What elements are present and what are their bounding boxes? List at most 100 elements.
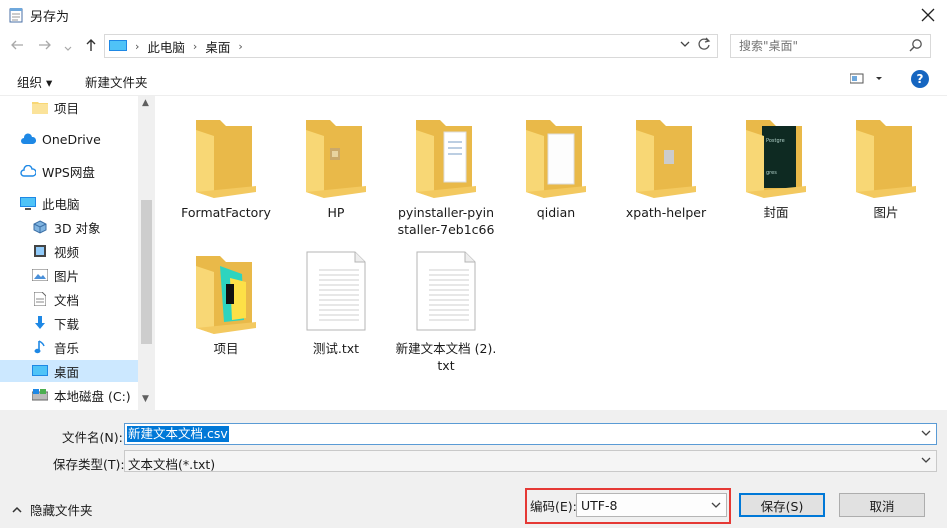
sidebar-item[interactable]: 图片 [0,264,138,286]
folder-icon [501,110,611,200]
chevron-up-icon [12,506,22,513]
sidebar-item[interactable]: 下载 [0,312,138,334]
recent-locations-button[interactable] [64,41,72,57]
folder-item[interactable]: xpath-helper [611,110,721,221]
cancel-button[interactable]: 取消 [839,493,925,517]
folder-icon [391,110,501,200]
search-input[interactable] [739,39,899,53]
sidebar-item-label: OneDrive [42,131,101,147]
breadcrumb-desktop[interactable]: 桌面 [205,37,230,56]
back-button[interactable] [10,38,24,56]
refresh-button[interactable] [697,37,711,55]
address-bar[interactable]: › 此电脑 › 桌面 › [104,34,718,58]
chevron-down-icon [711,502,721,508]
file-item[interactable]: 新建文本文档 (2).txt [391,246,501,374]
organize-menu[interactable]: 组织 ▾ [17,72,52,91]
encoding-value: UTF-8 [581,498,618,513]
hide-folders-label: 隐藏文件夹 [30,503,93,518]
encoding-select[interactable]: UTF-8 [576,493,727,517]
sidebar-item[interactable]: WPS网盘 [0,160,138,182]
folder-icon [281,110,391,200]
file-name: 测试.txt [312,341,360,356]
filetype-dropdown[interactable] [921,455,931,468]
computer-icon [109,40,127,51]
sidebar-item-label: 桌面 [54,364,80,380]
sidebar-item[interactable]: 桌面 [0,360,138,382]
file-name: 项目 [213,341,239,356]
computer-icon [20,195,36,211]
file-item[interactable]: 测试.txt [281,246,391,357]
chevron-right-icon: › [192,39,198,53]
sidebar-item-label: 本地磁盘 (C:) [54,388,131,404]
filename-dropdown[interactable] [921,428,931,441]
filename-input[interactable]: 新建文本文档.csv [124,423,937,445]
file-name: FormatFactory [181,205,271,220]
sidebar-item[interactable]: 本地磁盘 (C:) [0,384,138,406]
arrow-right-icon [39,40,51,50]
new-folder-button[interactable]: 新建文件夹 [85,72,148,91]
sidebar-scrollbar[interactable]: ▲ ▼ [138,96,155,410]
sidebar-item[interactable]: OneDrive [0,128,138,150]
up-button[interactable] [84,38,98,56]
sidebar-item[interactable]: 项目 [0,96,138,118]
sidebar-item-label: WPS网盘 [42,164,95,180]
navigation-bar: › 此电脑 › 桌面 › [0,30,947,62]
folder-item[interactable]: 图片 [831,110,941,221]
folder-icon [171,246,281,336]
file-name: xpath-helper [625,205,707,220]
sidebar-item[interactable]: 此电脑 [0,192,138,214]
main-panel: 项目 OneDrive WPS网盘 此电脑 3D 对象 视频 图片 文档 下载 音乐 桌面 本地磁盘 … [0,96,947,410]
scroll-up-icon[interactable]: ▲ [142,98,149,108]
chevron-down-icon [64,46,72,51]
chevron-down-icon [680,41,690,47]
sidebar-item-label: 此电脑 [42,196,80,212]
file-name: qidian [536,205,576,220]
folder-item[interactable]: Postgre gres 封面 [721,110,831,221]
command-bar: 组织 ▾ 新建文件夹 ? [0,62,947,96]
search-box[interactable] [730,34,931,58]
sidebar-item[interactable]: 音乐 [0,336,138,358]
scrollbar-thumb[interactable] [141,200,152,344]
folder-item[interactable]: HP [281,110,391,221]
close-button[interactable] [917,4,939,26]
view-options-button[interactable] [849,73,884,88]
filename-label: 文件名(N): [62,430,123,445]
scroll-down-icon[interactable]: ▼ [142,394,149,404]
forward-button[interactable] [38,38,52,56]
chevron-down-icon [921,457,931,463]
title-bar: 另存为 [0,0,947,30]
save-button[interactable]: 保存(S) [739,493,825,517]
sidebar-item-label: 项目 [54,100,80,116]
chevron-down-icon [921,430,931,436]
cube-icon [32,219,48,235]
sidebar-item[interactable]: 视频 [0,240,138,262]
sidebar-item[interactable]: 文档 [0,288,138,310]
save-form: 文件名(N): 新建文本文档.csv 保存类型(T): 文本文档(*.txt) … [0,410,947,528]
sidebar-item[interactable]: 3D 对象 [0,216,138,238]
folder-item[interactable]: qidian [501,110,611,221]
filename-value[interactable]: 新建文本文档.csv [127,426,229,442]
sidebar-item-label: 图片 [54,268,80,284]
search-icon[interactable] [909,38,923,55]
text-file-icon [281,246,391,336]
desktop-icon [32,363,48,379]
chevron-right-icon[interactable]: › [238,40,242,53]
breadcrumb-this-pc[interactable]: 此电脑 [147,37,185,56]
help-button[interactable]: ? [911,70,929,88]
filetype-select[interactable]: 文本文档(*.txt) [124,450,937,472]
text-file-icon [391,246,501,336]
folder-item[interactable]: 项目 [171,246,281,357]
hide-folders-toggle[interactable]: 隐藏文件夹 [12,500,93,519]
refresh-icon [698,37,711,50]
encoding-dropdown[interactable] [711,500,721,513]
folder-icon: Postgre gres [721,110,831,200]
file-name: 图片 [873,205,899,220]
address-dropdown-button[interactable] [680,39,690,52]
folder-item[interactable]: FormatFactory [171,110,281,221]
filetype-label: 保存类型(T): [53,457,125,472]
folder-icon [831,110,941,200]
folder-item[interactable]: pyinstaller-pyinstaller-7eb1c66 [391,110,501,238]
navigation-pane: 项目 OneDrive WPS网盘此电脑 3D 对象 视频图片文档 下载 音乐桌面本地磁盘 … [0,96,138,410]
window-title: 另存为 [30,9,70,25]
close-icon [921,8,935,22]
